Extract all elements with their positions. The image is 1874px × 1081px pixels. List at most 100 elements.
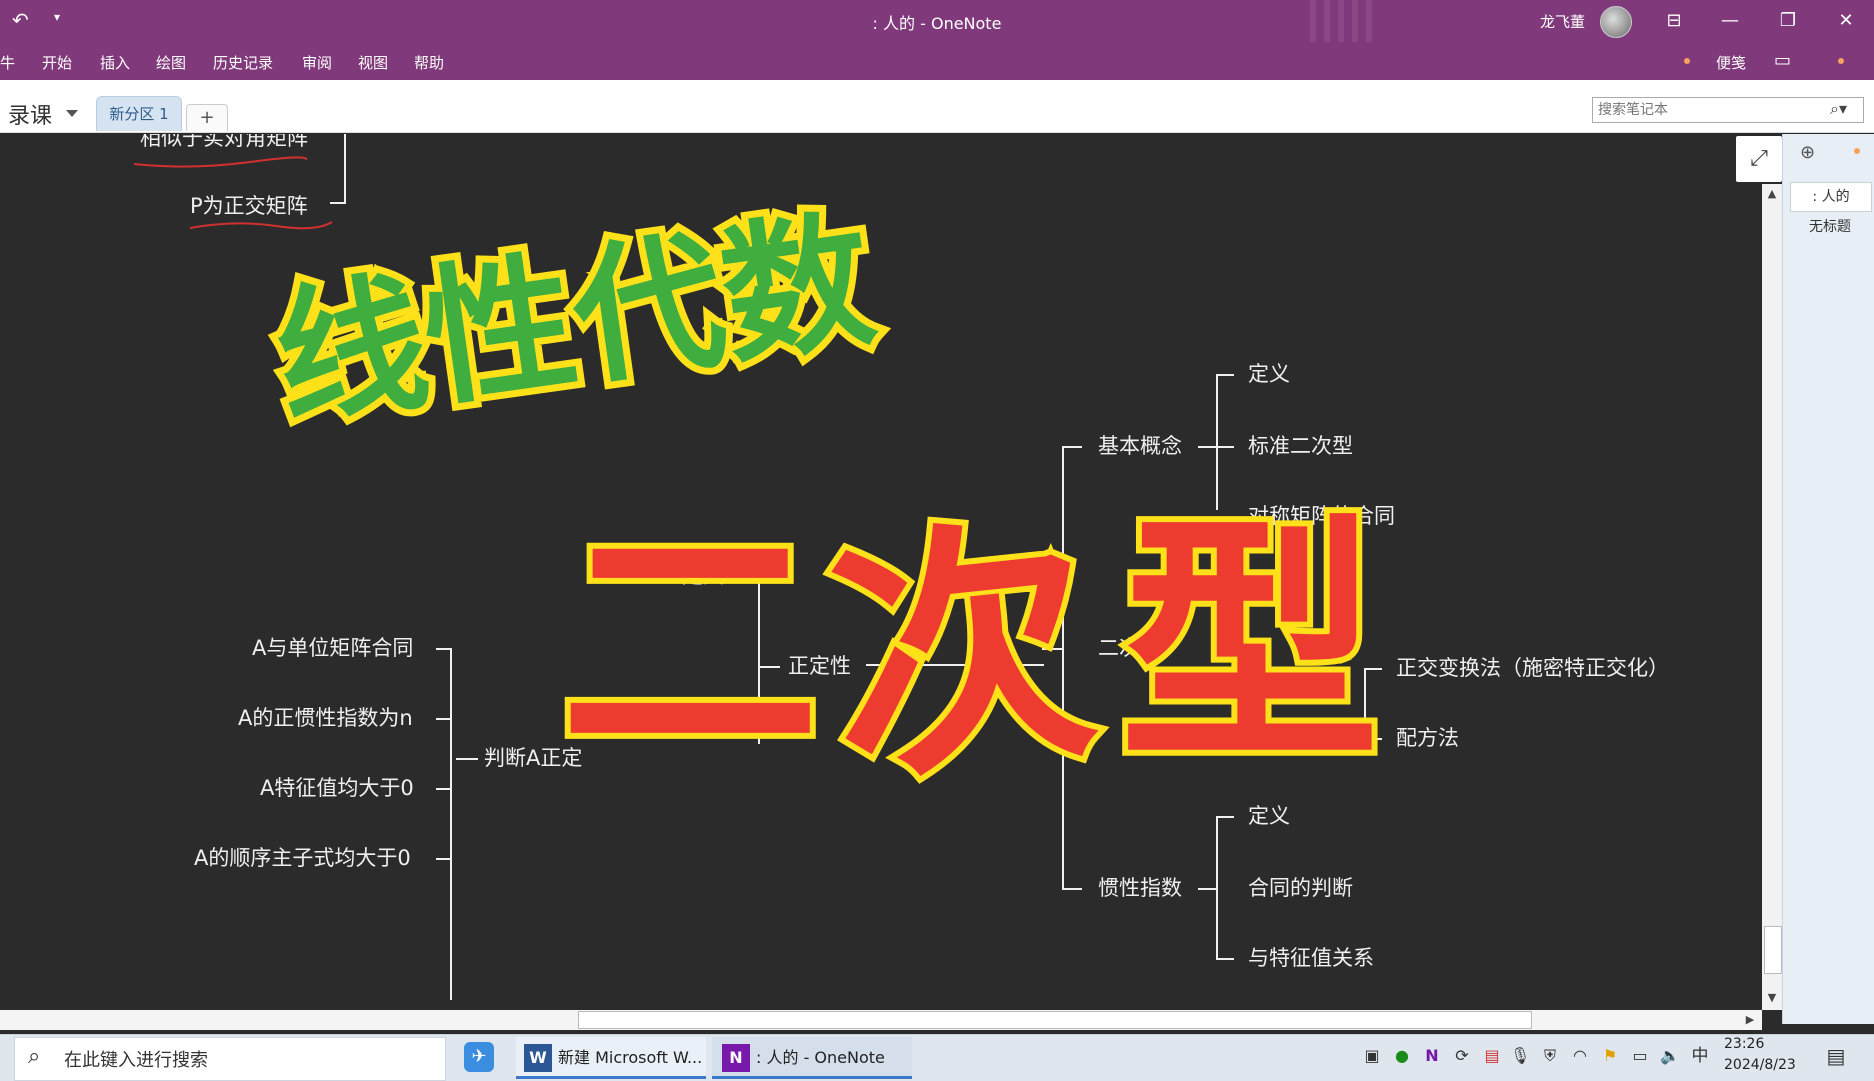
clock-time[interactable]: 23:26: [1724, 1036, 1764, 1052]
search-icon[interactable]: ⌕▾: [1830, 99, 1847, 119]
notification-center-icon[interactable]: ▤: [1826, 1046, 1846, 1066]
mindmap-connector: [1216, 374, 1234, 376]
menu-draw[interactable]: 绘图: [156, 52, 186, 73]
mindmap-node: A特征值均大于0: [260, 776, 414, 800]
mindmap-node: 与特征值关系: [1248, 946, 1374, 970]
chevron-down-icon[interactable]: [66, 110, 78, 117]
mindmap-connector: [1216, 816, 1218, 960]
microphone-icon[interactable]: 🎙: [1510, 1046, 1530, 1066]
tray-app-icon[interactable]: ▣: [1362, 1046, 1382, 1066]
active-indicator: [712, 1076, 912, 1079]
sync-icon[interactable]: ⟳: [1452, 1046, 1472, 1066]
word-icon: W: [524, 1044, 552, 1072]
page-item-active[interactable]: : 人的: [1790, 182, 1872, 212]
mindmap-node: A与单位矩阵合同: [252, 636, 414, 660]
menu-history[interactable]: 历史记录: [213, 52, 273, 73]
volume-icon[interactable]: 🔈: [1660, 1046, 1680, 1066]
shield-icon[interactable]: ⛨: [1540, 1046, 1560, 1066]
subtitle-overlay: 二 次 型: [560, 485, 1380, 794]
comment-icon[interactable]: ▭: [1774, 50, 1791, 71]
taskbar-search-text[interactable]: 在此键入进行搜索: [64, 1046, 208, 1072]
title-overlay: 线性代数: [258, 186, 890, 434]
mindmap-node: 配方法: [1396, 726, 1459, 750]
mindmap-connector: [1062, 446, 1082, 448]
mindmap-connector: [436, 788, 452, 790]
tab-section-1[interactable]: 新分区 1: [96, 96, 182, 131]
mindmap-connector: [1198, 446, 1218, 448]
notification-dot: [1854, 148, 1860, 154]
flag-icon[interactable]: ⚑: [1600, 1046, 1620, 1066]
scroll-up-icon[interactable]: ▲: [1764, 186, 1780, 202]
taskbar-app-label: 新建 Microsoft W...: [558, 1048, 703, 1067]
mindmap-node: 标准二次型: [1248, 434, 1353, 458]
user-name[interactable]: 龙飞董: [1540, 11, 1585, 32]
battery-icon[interactable]: ▭: [1630, 1046, 1650, 1066]
mindmap-node: 定义: [1248, 362, 1290, 386]
search-icon[interactable]: ⌕: [28, 1044, 40, 1069]
mindmap-node: A的顺序主子式均大于0: [194, 846, 411, 870]
page-panel: [1782, 134, 1874, 1024]
menu-insert[interactable]: 插入: [100, 52, 130, 73]
search-input[interactable]: [1596, 99, 1830, 121]
mindmap-connector: [450, 648, 452, 1000]
calendar-icon[interactable]: ▤: [1482, 1046, 1502, 1066]
horizontal-scroll-thumb[interactable]: [578, 1011, 1532, 1029]
mindmap-connector: [1216, 446, 1234, 448]
ribbon-display-button[interactable]: ⊟: [1654, 8, 1694, 34]
scroll-down-icon[interactable]: ▼: [1764, 990, 1780, 1006]
title-linear-algebra: 线性代数: [265, 193, 883, 434]
menu-file-partial[interactable]: 牛: [0, 52, 15, 73]
notification-dot: [1838, 58, 1844, 64]
expand-icon[interactable]: ⤢: [1736, 136, 1782, 182]
onenote-tray-icon[interactable]: N: [1422, 1046, 1442, 1066]
clock-date[interactable]: 2024/8/23: [1724, 1057, 1796, 1073]
mindmap-connector: [436, 858, 452, 860]
mindmap-connector: [1198, 888, 1218, 890]
window-title: : 人的 - OneNote: [872, 14, 1002, 33]
ribbon-menu: 牛 开始 插入 绘图 历史记录 审阅 视图 帮助 便笺 ▭: [0, 42, 1874, 80]
mindmap-connector: [436, 648, 452, 650]
menu-view[interactable]: 视图: [358, 52, 388, 73]
onenote-icon: N: [722, 1044, 750, 1072]
subtitle-char-ci: 次: [817, 491, 1107, 794]
mindmap-node: A的正惯性指数为n: [238, 706, 413, 730]
taskbar-app-word[interactable]: W 新建 Microsoft W...: [516, 1037, 706, 1079]
vertical-scrollbar[interactable]: [1762, 184, 1782, 1010]
mindmap-node: 正交变换法（施密特正交化）: [1396, 656, 1669, 680]
notification-dot: [1684, 58, 1690, 64]
add-page-button[interactable]: ⊕: [1800, 142, 1815, 163]
mindmap-node: 合同的判断: [1248, 876, 1353, 900]
mindmap-node-basic: 基本概念: [1098, 434, 1182, 458]
mindmap-connector: [436, 718, 452, 720]
avatar[interactable]: [1600, 6, 1632, 38]
pinned-app-icon[interactable]: ✈: [464, 1042, 494, 1072]
tray-status-icon[interactable]: ●: [1392, 1046, 1412, 1066]
add-section-button[interactable]: +: [186, 104, 228, 131]
mindmap-connector: [456, 758, 478, 760]
vertical-scroll-thumb[interactable]: [1764, 926, 1782, 974]
taskbar-app-onenote[interactable]: N : 人的 - OneNote: [712, 1037, 912, 1079]
close-button[interactable]: ✕: [1826, 8, 1866, 34]
menu-home[interactable]: 开始: [42, 52, 72, 73]
active-indicator: [516, 1076, 706, 1079]
scroll-right-icon[interactable]: ▶: [1742, 1012, 1758, 1028]
taskbar-app-label: : 人的 - OneNote: [756, 1048, 885, 1067]
mindmap-connector: [1216, 958, 1234, 960]
mindmap-node: 定义: [1248, 804, 1290, 828]
wifi-icon[interactable]: ◠: [1570, 1046, 1590, 1066]
subtitle-char-xing: 型: [1120, 494, 1380, 794]
mindmap-node-inertia: 惯性指数: [1098, 876, 1182, 900]
page-item-untitled[interactable]: 无标题: [1790, 216, 1870, 236]
menu-review[interactable]: 审阅: [302, 52, 332, 73]
ime-indicator[interactable]: 中: [1690, 1046, 1710, 1066]
page-canvas[interactable]: 相似于实对角矩阵 P为正交矩阵 基本概念 定义 标准二次型 对称矩阵的合同 二次…: [0, 134, 1762, 1010]
notebook-name[interactable]: 录课: [8, 98, 52, 130]
title-bar: ↶ ▾ : 人的 - OneNote 龙飞董 ⊟ — ❐ ✕: [0, 0, 1874, 42]
menu-help[interactable]: 帮助: [414, 52, 444, 73]
mindmap-connector: [1062, 888, 1082, 890]
minimize-button[interactable]: —: [1710, 8, 1750, 34]
sticky-notes-button[interactable]: 便笺: [1716, 52, 1746, 73]
subtitle-char-er: 二: [560, 494, 820, 794]
mindmap-connector: [1216, 816, 1234, 818]
maximize-button[interactable]: ❐: [1768, 8, 1808, 34]
